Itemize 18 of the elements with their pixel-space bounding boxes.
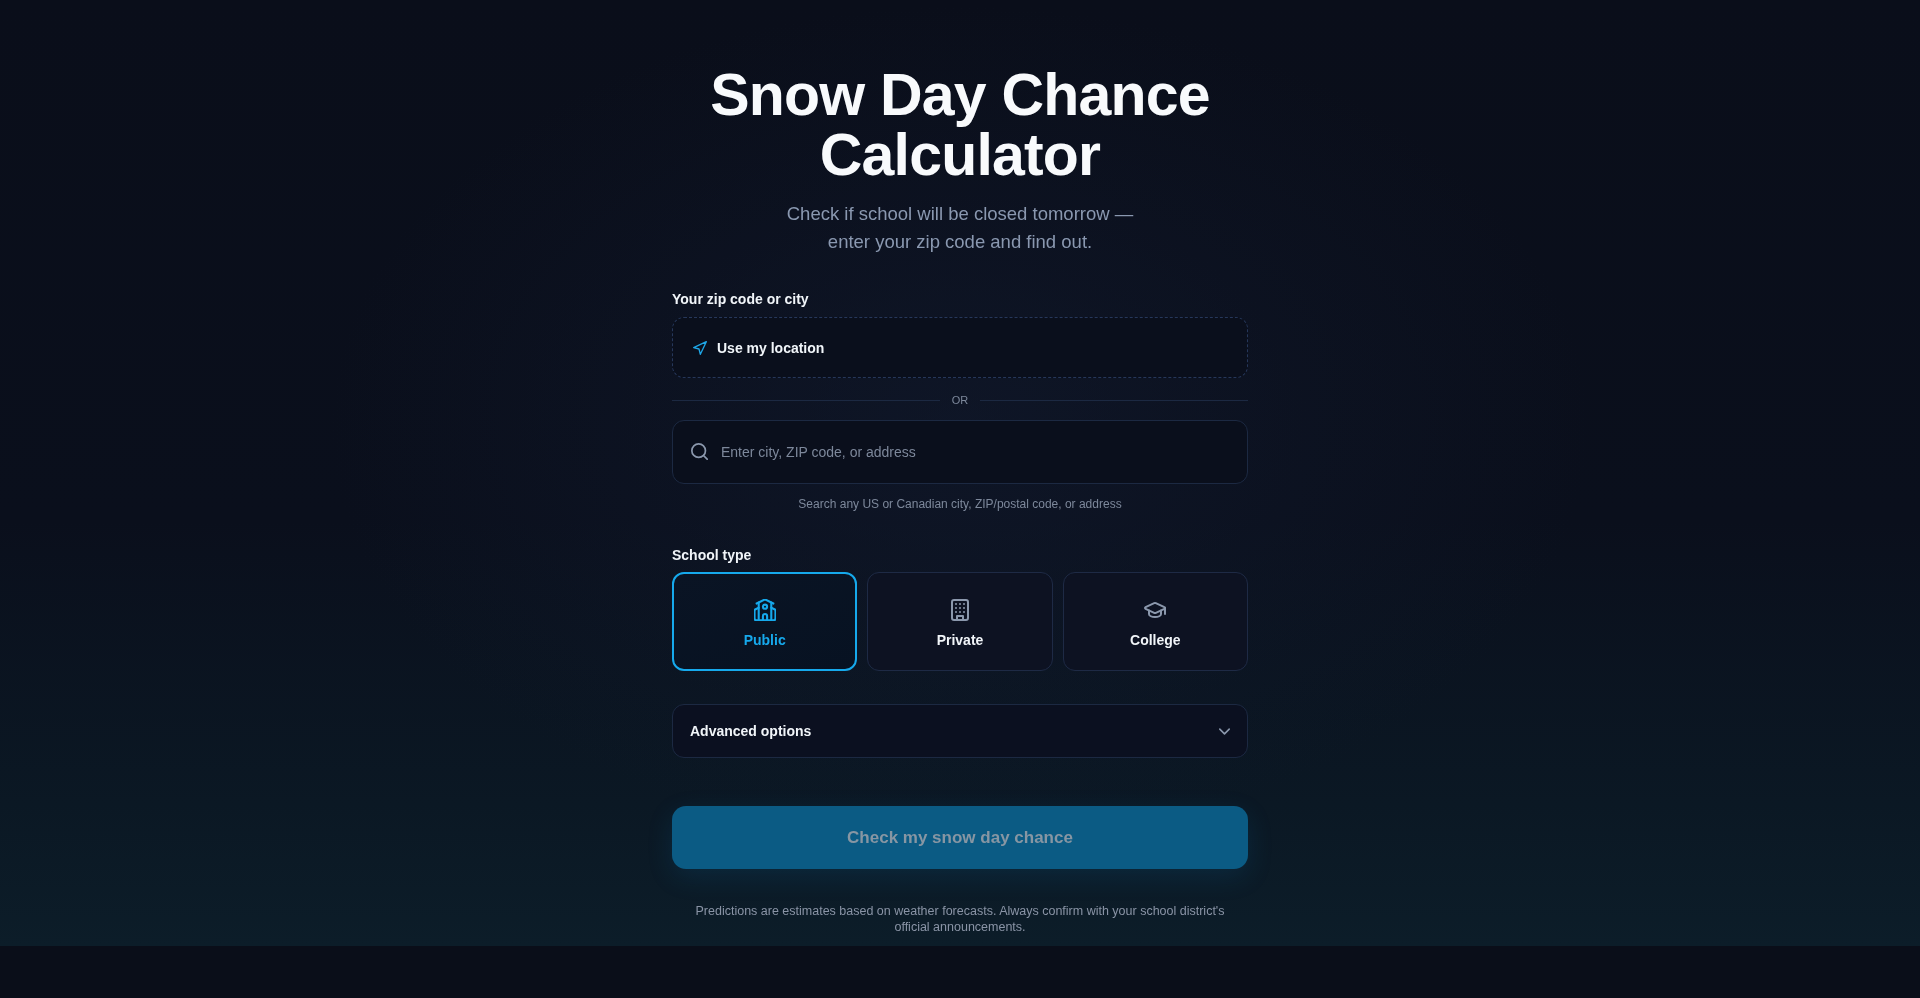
field-label: School type — [672, 546, 752, 565]
page-subtitle: Check if school will be closed tomorrow — enter your zip code and find out. — [785, 202, 1135, 254]
search-hint: Search any US or Canadian city, ZIP/postal code, or address — [798, 496, 1122, 512]
disclaimer-text: Predictions are estimates based on weather forecasts. Always confirm with your school district's official announcements. — [694, 903, 1226, 935]
use-location-button[interactable]: Use my location — [672, 317, 1248, 378]
search-icon — [691, 443, 708, 460]
navigation-arrow-icon — [693, 340, 707, 355]
school-type-option[interactable]: Public — [672, 572, 858, 671]
field-label: Your zip code or city — [672, 290, 809, 309]
advanced-options-toggle[interactable]: Advanced options — [672, 704, 1248, 758]
office-building-icon — [949, 598, 971, 621]
chevron-icon — [1219, 727, 1230, 735]
page-title: Snow Day Chance Calculator — [709, 65, 1211, 185]
or-divider-text: OR — [951, 393, 969, 408]
school-type-option[interactable]: Private — [867, 572, 1053, 671]
search-field[interactable]: Enter city, ZIP code, or address — [672, 420, 1248, 484]
school-building-icon — [753, 598, 776, 621]
school-type-option[interactable]: College — [1062, 572, 1248, 671]
